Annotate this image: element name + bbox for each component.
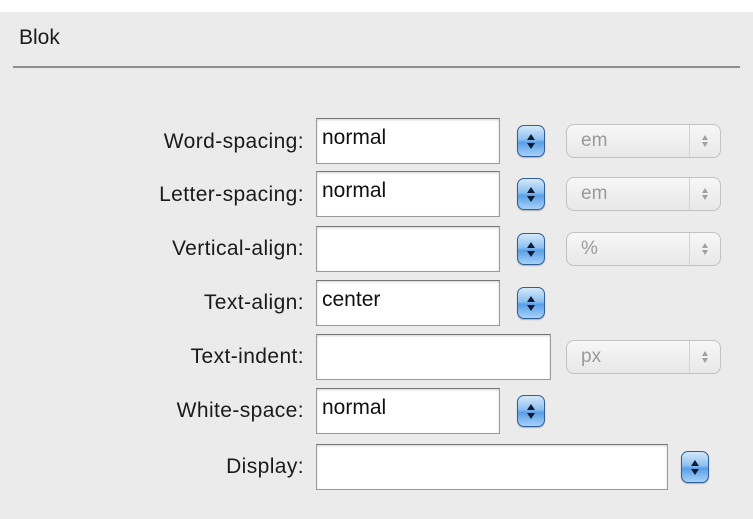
- updown-arrows-icon: [689, 178, 720, 210]
- display-stepper-icon[interactable]: [681, 451, 709, 483]
- letter-spacing-unit-select[interactable]: em: [566, 177, 721, 211]
- white-space-field[interactable]: [316, 388, 500, 434]
- vertical-align-field[interactable]: [316, 226, 500, 272]
- letter-spacing-stepper-icon[interactable]: [517, 178, 545, 210]
- word-spacing-label: Word-spacing:: [163, 130, 304, 153]
- text-indent-label: Text-indent:: [190, 345, 304, 368]
- updown-arrows-icon: [689, 125, 720, 157]
- vertical-align-unit-value: %: [581, 238, 598, 259]
- vertical-align-input[interactable]: [317, 227, 499, 271]
- word-spacing-stepper-icon[interactable]: [517, 125, 545, 157]
- display-input[interactable]: [317, 445, 667, 489]
- display-field[interactable]: [316, 444, 668, 490]
- letter-spacing-unit-value: em: [581, 183, 608, 204]
- updown-arrows-icon: [689, 341, 720, 373]
- updown-arrows-icon: [689, 233, 720, 265]
- letter-spacing-label: Letter-spacing:: [159, 183, 304, 206]
- word-spacing-input[interactable]: [317, 119, 499, 163]
- text-indent-unit-select[interactable]: px: [566, 340, 721, 374]
- vertical-align-unit-select[interactable]: %: [566, 232, 721, 266]
- text-align-input[interactable]: [317, 281, 499, 325]
- text-align-stepper-icon[interactable]: [517, 287, 545, 319]
- white-space-label: White-space:: [176, 399, 304, 422]
- word-spacing-field[interactable]: [316, 118, 500, 164]
- word-spacing-unit-select[interactable]: em: [566, 124, 721, 158]
- white-space-stepper-icon[interactable]: [517, 395, 545, 427]
- text-align-label: Text-align:: [203, 291, 304, 314]
- display-label: Display:: [226, 455, 304, 478]
- letter-spacing-field[interactable]: [316, 171, 500, 217]
- title-divider: [13, 66, 740, 68]
- top-strip: [0, 0, 753, 12]
- white-space-input[interactable]: [317, 389, 499, 433]
- vertical-align-label: Vertical-align:: [171, 237, 304, 260]
- text-align-field[interactable]: [316, 280, 500, 326]
- vertical-align-stepper-icon[interactable]: [517, 233, 545, 265]
- text-indent-field[interactable]: [316, 334, 551, 380]
- letter-spacing-input[interactable]: [317, 172, 499, 216]
- panel-title: Blok: [19, 26, 60, 49]
- text-indent-input[interactable]: [317, 335, 550, 379]
- text-indent-unit-value: px: [581, 346, 602, 367]
- word-spacing-unit-value: em: [581, 130, 608, 151]
